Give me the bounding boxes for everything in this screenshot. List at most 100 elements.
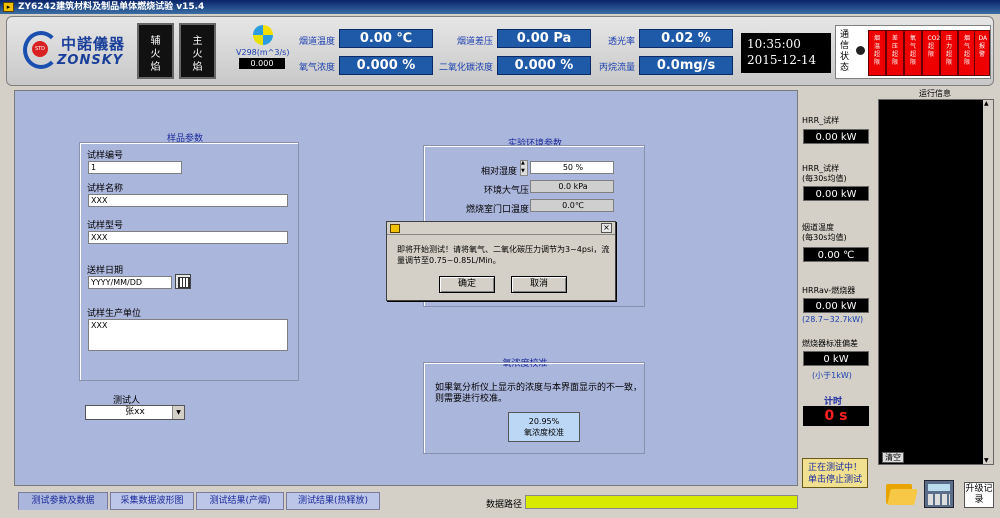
sample-id-label: 试样编号 (87, 151, 124, 161)
sample-unit-input[interactable]: XXX (88, 319, 288, 351)
o2-calibrate-button[interactable]: 20.95% 氧浓度校准 (508, 412, 580, 442)
room-temp-value: 0.0℃ (530, 199, 614, 212)
o2-cal-value: 20.95% (528, 417, 560, 426)
upgrade-log-button[interactable]: 升级记录 (964, 482, 994, 508)
flue30-label: 烟道温度 (每30s均值) (802, 223, 847, 242)
hrr-label: HRR_试样 (802, 116, 840, 125)
comm-status-led-icon (856, 46, 865, 55)
fan-indicator: V298(m^3/s) 0.000 (236, 25, 290, 81)
tester-select[interactable]: 张xx ▼ (85, 405, 185, 420)
company-logo: STD 中諾儀器 ZONSKY (23, 31, 141, 73)
flue30-value: 0.00 ℃ (803, 247, 869, 262)
logo-mark: STD (32, 41, 48, 57)
main-flame-button[interactable]: 主火焰 (179, 23, 216, 79)
pressure-label: 环境大气压 (483, 186, 529, 196)
clear-log-button[interactable]: 清空 (882, 452, 904, 463)
flue-temp-label: 烟道温度 (298, 37, 335, 47)
sample-id-input[interactable]: 1 (88, 161, 182, 174)
o2-cal-label: 氧浓度校准 (524, 428, 564, 437)
hrr30-value: 0.00 kW (803, 186, 869, 201)
app-window: ▸ ZY6242建筑材料及制品单体燃烧试验 v15.4 STD 中諾儀器 ZON… (0, 0, 1000, 518)
comm-status-panel: 通信状态 烟温超限 差压超限 氧气超限 CO2超限 压力超限 烟气超限 DA报警 (835, 25, 991, 79)
co2-label: 二氧化碳浓度 (438, 63, 493, 73)
alarm-da: DA报警 (974, 30, 990, 76)
flue-pressure-value: 0.00 Pa (497, 29, 591, 48)
aux-flame-label: 辅火焰 (150, 36, 161, 73)
folder-icon[interactable] (884, 480, 918, 508)
close-icon[interactable]: × (601, 223, 612, 233)
o2-label: 氧气浓度 (298, 63, 335, 73)
ok-button[interactable]: 确定 (439, 276, 495, 293)
hrrav-value: 0.00 kW (803, 298, 869, 313)
flue-temp-value: 0.00 ℃ (339, 29, 433, 48)
alarm-pressure-diff: 差压超限 (886, 30, 904, 76)
data-path-field[interactable] (525, 495, 798, 509)
alarm-oxygen: 氧气超限 (904, 30, 922, 76)
logo-cn-text: 中諾儀器 (61, 35, 126, 53)
transmittance-value: 0.02 % (639, 29, 733, 48)
window-title: ZY6242建筑材料及制品单体燃烧试验 v15.4 (18, 2, 205, 12)
calendar-icon[interactable] (175, 274, 191, 289)
hrrav-range: (28.7~32.7kW) (802, 315, 864, 324)
alarm-co2: CO2超限 (922, 30, 940, 76)
sample-model-input[interactable]: XXX (88, 231, 288, 244)
humidity-input[interactable]: 50 % (530, 161, 614, 174)
info-column: HRR_试样 0.00 kW HRR_试样 (每30s均值) 0.00 kW 烟道… (800, 90, 876, 486)
sample-unit-label: 试样生产单位 (87, 309, 142, 319)
title-bar: ▸ ZY6242建筑材料及制品单体燃烧试验 v15.4 (0, 0, 1000, 14)
room-temp-label: 燃烧室门口温度 (465, 205, 529, 215)
std-dev-label: 燃烧器标准偏差 (802, 339, 858, 348)
dialog-title-bar: × (387, 222, 615, 235)
log-panel: 运行信息 (876, 88, 996, 466)
start-test-dialog: × 即将开始测试！请将氧气、二氧化碳压力调节为3~4psi，流量调节至0.75~… (386, 221, 616, 301)
pressure-value: 0.0 kPa (530, 180, 614, 193)
o2-value: 0.000 % (339, 56, 433, 75)
hrrav-label: HRRav-燃烧器 (802, 286, 856, 295)
log-title: 运行信息 (919, 89, 951, 98)
std-dev-range: (小于1kW) (812, 371, 852, 380)
o2-cal-note: 如果氧分析仪上显示的浓度与本界面显示的不一致，则需要进行校准。 (435, 383, 643, 404)
clock-time: 10:35:00 (747, 37, 801, 51)
tab-waveform[interactable]: 采集数据波形图 (110, 492, 194, 510)
stop-test-line2: 单击停止测试 (807, 475, 862, 485)
co2-value: 0.000 % (497, 56, 591, 75)
fan-label: V298(m^3/s) (236, 48, 290, 57)
stop-test-button[interactable]: 正在测试中！ 单击停止测试 (802, 458, 868, 488)
transmittance-label: 透光率 (607, 37, 635, 47)
humidity-label: 相对湿度 (480, 167, 517, 177)
humidity-stepper[interactable] (520, 160, 528, 176)
alarm-pressure: 压力超限 (940, 30, 958, 76)
comm-status-label: 通信状态 (840, 30, 850, 73)
propane-value: 0.0mg/s (639, 56, 733, 75)
fan-value: 0.000 (239, 58, 285, 69)
clock-display: 10:35:00 2015-12-14 (741, 33, 831, 73)
clock-date: 2015-12-14 (747, 53, 817, 67)
sample-name-label: 试样名称 (87, 184, 124, 194)
stop-test-line1: 正在测试中！ (807, 463, 862, 473)
cancel-button[interactable]: 取消 (511, 276, 567, 293)
tab-test-params[interactable]: 测试参数及数据 (18, 492, 108, 510)
calculator-icon[interactable] (924, 480, 954, 508)
sample-name-input[interactable]: XXX (88, 194, 288, 207)
chevron-down-icon[interactable]: ▼ (172, 406, 184, 419)
tab-result-smoke[interactable]: 测试结果(产烟) (196, 492, 284, 510)
log-scrollbar[interactable] (983, 100, 993, 464)
propane-label: 丙烷流量 (598, 63, 635, 73)
sample-date-label: 送样日期 (87, 266, 124, 276)
hrr-value: 0.00 kW (803, 129, 869, 144)
sample-model-label: 试样型号 (87, 221, 124, 231)
dialog-message: 即将开始测试！请将氧气、二氧化碳压力调节为3~4psi，流量调节至0.75~0.… (397, 245, 610, 265)
fan-icon (253, 25, 273, 45)
alarm-flue-temp: 烟温超限 (868, 30, 886, 76)
tester-value: 张xx (125, 407, 145, 417)
data-path-label: 数据路径 (486, 500, 523, 510)
logo-en-text: ZONSKY (57, 53, 124, 68)
aux-flame-button[interactable]: 辅火焰 (137, 23, 174, 79)
tab-result-heat[interactable]: 测试结果(热释放) (286, 492, 380, 510)
sample-date-input[interactable]: YYYY/MM/DD (88, 276, 172, 289)
dialog-app-icon (390, 224, 400, 233)
flue-pressure-label: 烟道差压 (456, 37, 493, 47)
main-flame-label: 主火焰 (192, 36, 203, 73)
log-area[interactable] (878, 99, 994, 465)
header-panel: STD 中諾儀器 ZONSKY 辅火焰 主火焰 V298(m^3/s) 0.00… (6, 16, 994, 86)
